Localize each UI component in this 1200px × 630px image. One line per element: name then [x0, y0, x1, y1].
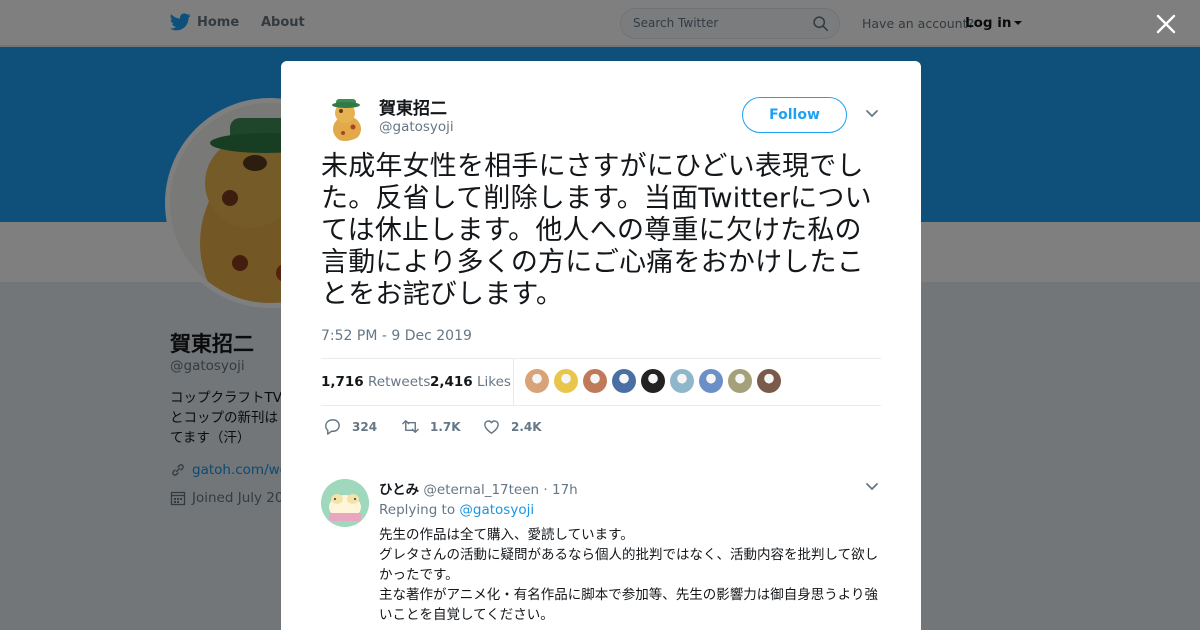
- mascot-avatar-image: [321, 93, 369, 141]
- liker-avatar[interactable]: [612, 369, 636, 393]
- reply-count: 324: [352, 419, 378, 434]
- retweet-count: 1.7K: [430, 419, 461, 434]
- reply-icon: [325, 419, 340, 435]
- reply-avatar-image: [321, 479, 369, 527]
- liker-avatar[interactable]: [728, 369, 752, 393]
- liker-avatar[interactable]: [757, 369, 781, 393]
- likers-avatars: [525, 369, 781, 393]
- replying-to-label: Replying to: [379, 502, 456, 518]
- retweets-label: Retweets: [368, 374, 431, 390]
- retweets-count: 1,716: [321, 374, 364, 390]
- reply-text-line: 主な著作がアニメ化・有名作品に脚本で参加等、先生の影響力は御自身思うより強いこと…: [379, 587, 878, 623]
- reply-author-handle[interactable]: @eternal_17teen: [423, 482, 539, 498]
- reply-separator: ·: [543, 482, 548, 498]
- tweet-stats: 1,716 Retweets 2,416 Likes: [321, 358, 881, 406]
- heart-icon: [484, 420, 499, 434]
- reply-text-line: グレタさんの活動に疑問があるなら個人的批判ではなく、活動内容を批判して欲しかった…: [379, 547, 879, 583]
- reply-header: ひとみ @eternal_17teen · 17h: [379, 478, 578, 498]
- liker-avatar[interactable]: [641, 369, 665, 393]
- close-icon[interactable]: [1154, 12, 1178, 36]
- retweet-button[interactable]: 1.7K: [401, 417, 461, 436]
- like-count: 2.4K: [511, 419, 542, 434]
- follow-button[interactable]: Follow: [742, 97, 847, 133]
- reply-time[interactable]: 17h: [552, 482, 578, 498]
- replying-to-mention[interactable]: @gatosyoji: [459, 502, 534, 518]
- liker-avatar[interactable]: [699, 369, 723, 393]
- tweet-author-avatar[interactable]: [321, 93, 369, 141]
- reply-text-line: 先生の作品は全て購入、愛読しています。: [379, 527, 634, 543]
- like-button[interactable]: 2.4K: [482, 417, 542, 436]
- retweets-stat[interactable]: 1,716 Retweets: [321, 374, 430, 390]
- retweet-icon: [402, 420, 419, 433]
- tweet-timestamp[interactable]: 7:52 PM - 9 Dec 2019: [321, 328, 472, 344]
- replying-to: Replying to @gatosyoji: [379, 502, 534, 518]
- reply-text: 先生の作品は全て購入、愛読しています。 グレタさんの活動に疑問があるなら個人的批…: [379, 525, 879, 625]
- tweet-actions: 324 1.7K 2.4K: [321, 417, 881, 439]
- stats-divider: [513, 359, 514, 405]
- tweet-author-name[interactable]: 賀東招二: [379, 94, 447, 119]
- chevron-down-icon[interactable]: [865, 482, 879, 492]
- likes-label: Likes: [477, 374, 511, 390]
- likes-stat[interactable]: 2,416 Likes: [430, 374, 511, 390]
- tweet-modal: 賀東招二 @gatosyoji Follow 未成年女性を相手にさすがにひどい表…: [281, 61, 921, 630]
- likes-count: 2,416: [430, 374, 473, 390]
- chevron-down-icon[interactable]: [865, 109, 879, 119]
- liker-avatar[interactable]: [583, 369, 607, 393]
- reply-author-avatar[interactable]: [321, 479, 369, 527]
- liker-avatar[interactable]: [525, 369, 549, 393]
- tweet-text: 未成年女性を相手にさすがにひどい表現でした。反省して削除します。当面Twitte…: [321, 151, 872, 310]
- reply-button[interactable]: 324: [323, 417, 377, 436]
- tweet-author-handle[interactable]: @gatosyoji: [379, 119, 454, 135]
- liker-avatar[interactable]: [554, 369, 578, 393]
- liker-avatar[interactable]: [670, 369, 694, 393]
- reply-author-name[interactable]: ひとみ: [379, 482, 419, 498]
